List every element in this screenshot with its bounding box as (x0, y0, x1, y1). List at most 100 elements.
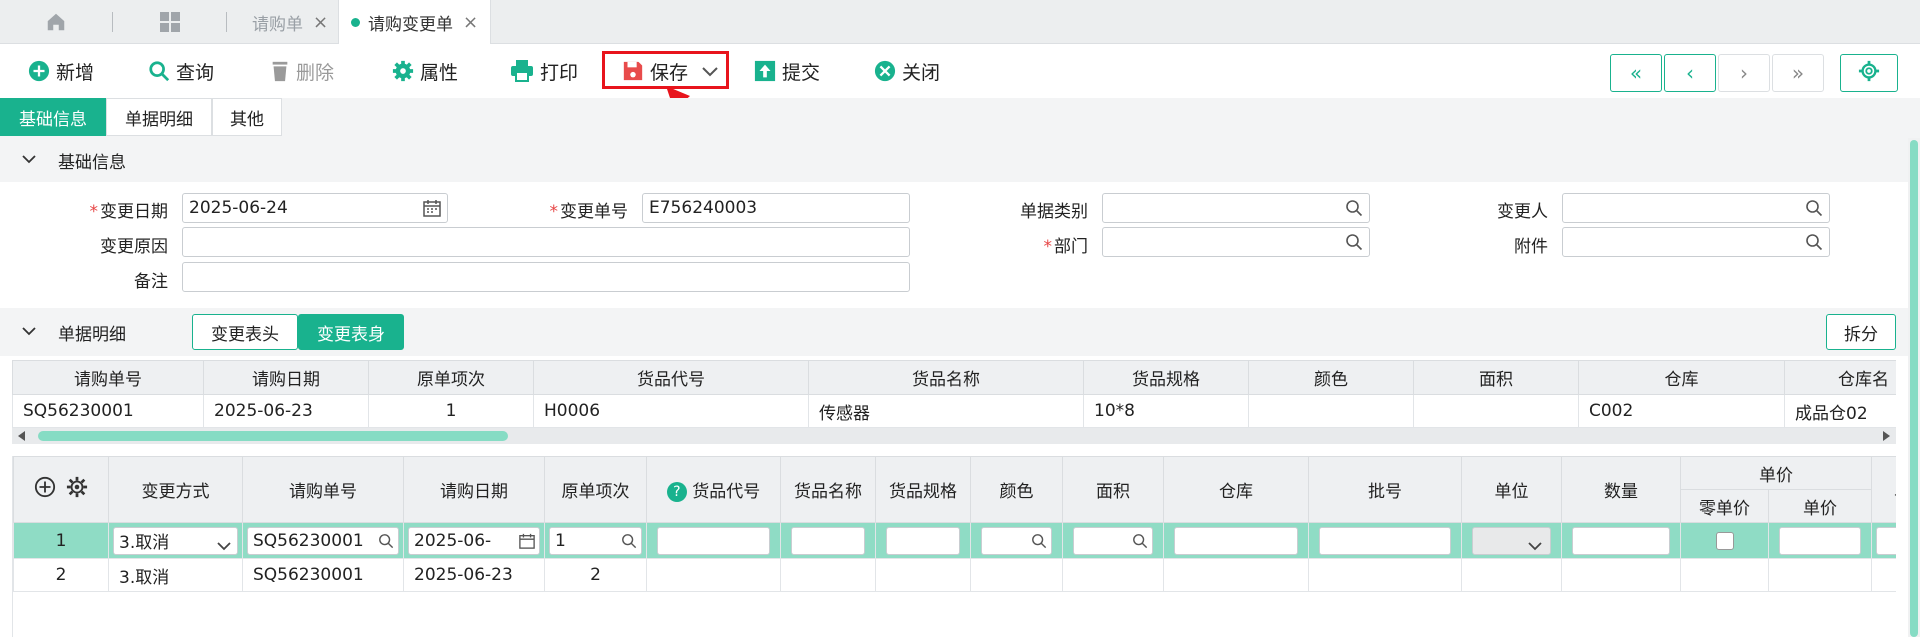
unit-select[interactable] (1472, 526, 1551, 555)
attach-field[interactable] (1562, 227, 1830, 257)
request-date-input[interactable]: 2025-06- (408, 526, 540, 555)
col-header[interactable]: 请购单号 (242, 456, 404, 523)
apps-grid-icon[interactable] (150, 0, 190, 44)
col-header[interactable]: 单位 (1461, 456, 1562, 523)
col-header[interactable]: 请购日期 (403, 456, 545, 523)
search-icon[interactable] (1132, 533, 1148, 554)
remark-field[interactable] (182, 262, 910, 292)
print-button[interactable]: 打印 (510, 44, 578, 98)
first-record-button[interactable]: « (1610, 54, 1662, 92)
search-icon[interactable] (1345, 233, 1363, 251)
area-input[interactable] (1073, 526, 1153, 555)
calendar-icon[interactable] (423, 199, 441, 217)
item-name-input[interactable] (791, 526, 865, 555)
help-icon[interactable]: ? (666, 482, 687, 502)
col-header[interactable]: 面积 (1413, 360, 1579, 395)
table-row-editing[interactable]: 1 3.取消 SQ56230001 2025-06- 1 (13, 522, 1896, 559)
col-header[interactable]: 请购单号 (12, 360, 204, 395)
prev-record-button[interactable]: ‹ (1664, 54, 1716, 92)
request-no-input[interactable]: SQ56230001 (247, 526, 399, 555)
col-header[interactable]: 货品代号 (533, 360, 809, 395)
close-button[interactable]: 关闭 (874, 44, 940, 98)
col-header-item-code[interactable]: ? 货品代号 (646, 456, 781, 523)
tab-purchase-request[interactable]: 请购单 × (240, 0, 340, 44)
home-icon[interactable] (36, 0, 76, 44)
orig-item-input[interactable]: 1 (549, 526, 642, 555)
dept-field[interactable] (1102, 227, 1370, 257)
scrollbar-thumb[interactable] (38, 431, 508, 441)
change-no-field[interactable]: E756240003 (642, 193, 910, 223)
col-header[interactable]: 货品名称 (780, 456, 876, 523)
col-header[interactable]: 货品规格 (875, 456, 971, 523)
delete-button[interactable]: 删除 (270, 44, 334, 98)
query-button[interactable]: 查询 (148, 44, 214, 98)
calendar-icon[interactable] (519, 533, 535, 554)
batch-input[interactable] (1319, 526, 1451, 555)
chevron-down-icon[interactable] (22, 324, 36, 340)
quantity-input[interactable] (1572, 526, 1670, 555)
table-row[interactable]: 2 3.取消 SQ56230001 2025-06-23 2 (13, 558, 1896, 592)
col-header[interactable]: 原单项次 (544, 456, 647, 523)
color-input[interactable] (981, 526, 1052, 555)
search-icon[interactable] (1805, 233, 1823, 251)
basic-info-header[interactable]: 基础信息 (0, 138, 1920, 182)
search-icon[interactable] (621, 533, 637, 554)
changer-field[interactable] (1562, 193, 1830, 223)
col-header[interactable]: 零单价 (1680, 489, 1769, 523)
attribute-button[interactable]: 属性 (392, 44, 458, 98)
chevron-down-icon[interactable] (22, 152, 36, 168)
change-head-button[interactable]: 变更表头 (192, 314, 298, 350)
next-record-button[interactable]: › (1718, 54, 1770, 92)
col-header[interactable]: 变更方式 (108, 456, 243, 523)
horizontal-scrollbar[interactable] (12, 428, 1896, 444)
search-icon[interactable] (1031, 533, 1047, 554)
zero-price-checkbox[interactable] (1715, 531, 1734, 550)
add-button[interactable]: 新增 (28, 44, 94, 98)
col-header[interactable]: 请购日期 (203, 360, 369, 395)
col-header[interactable]: 单价 (1768, 489, 1872, 523)
change-mode-select[interactable]: 3.取消 (113, 526, 238, 555)
add-row-icon[interactable] (34, 476, 56, 503)
reason-field[interactable] (182, 227, 910, 257)
col-header[interactable]: 货品规格 (1083, 360, 1249, 395)
change-date-field[interactable]: 2025-06-24 (182, 193, 448, 223)
col-header[interactable]: 面积 (1062, 456, 1164, 523)
col-header[interactable]: 仓库名 (1784, 360, 1896, 395)
col-header[interactable]: 仓库 (1578, 360, 1785, 395)
extra-input[interactable] (1876, 526, 1896, 555)
search-icon[interactable] (1345, 199, 1363, 217)
col-header[interactable]: 仓库 (1163, 456, 1309, 523)
split-button[interactable]: 拆分 (1826, 314, 1896, 350)
col-header[interactable]: 货品名称 (808, 360, 1084, 395)
col-header[interactable]: 原单项次 (368, 360, 534, 395)
search-icon[interactable] (1805, 199, 1823, 217)
item-code-input[interactable] (657, 526, 770, 555)
price-input[interactable] (1779, 526, 1861, 555)
close-icon[interactable]: × (313, 12, 328, 33)
close-icon[interactable]: × (463, 12, 478, 33)
warehouse-input[interactable] (1174, 526, 1298, 555)
scrollbar-thumb[interactable] (1910, 140, 1918, 637)
submit-button[interactable]: 提交 (754, 44, 820, 98)
col-header[interactable]: 单 (1871, 456, 1896, 523)
col-header[interactable]: 数量 (1561, 456, 1681, 523)
search-icon[interactable] (378, 533, 394, 554)
tab-purchase-change[interactable]: 请购变更单 × (338, 0, 492, 44)
doc-type-field[interactable] (1102, 193, 1370, 223)
col-header[interactable]: 颜色 (1248, 360, 1414, 395)
item-spec-input[interactable] (886, 526, 960, 555)
tab-other[interactable]: 其他 (212, 98, 282, 136)
add-label: 新增 (56, 61, 95, 84)
tab-detail[interactable]: 单据明细 (106, 98, 212, 136)
vertical-scrollbar[interactable] (1908, 138, 1920, 637)
col-header[interactable]: 颜色 (970, 456, 1063, 523)
gear-icon[interactable] (66, 476, 88, 503)
scroll-left-icon[interactable] (18, 431, 25, 441)
last-record-button[interactable]: » (1772, 54, 1824, 92)
scroll-right-icon[interactable] (1883, 431, 1890, 441)
col-header[interactable]: 批号 (1308, 456, 1462, 523)
tab-basic-info[interactable]: 基础信息 (0, 98, 106, 136)
table-row[interactable]: SQ56230001 2025-06-23 1 H0006 传感器 10*8 C… (12, 394, 1896, 428)
settings-button[interactable] (1840, 54, 1898, 92)
change-body-button[interactable]: 变更表身 (298, 314, 404, 350)
